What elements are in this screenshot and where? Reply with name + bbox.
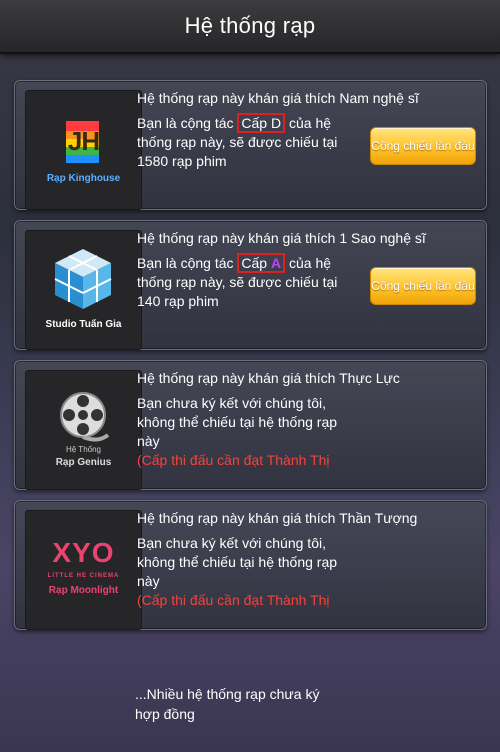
genius-logo-caption: Rạp Genius [55,457,112,468]
card-headline: Hệ thống rạp này khán giá thích Thần Tượ… [137,510,418,526]
moonlight-logo-caption: Rạp Moonlight [48,585,119,596]
contract-text-end: của hệ [289,255,332,271]
unsigned-text-line1: Bạn chưa ký kết với chúng tôi, [137,535,326,551]
rank-badge: Cấp A [237,253,286,273]
unsigned-text-line3: này [137,573,160,589]
kinghouse-logo-caption: Rạp Kinghouse [46,173,121,184]
contract-text-start: Bạn là cộng tác [137,255,234,271]
premiere-button[interactable]: Công chiếu lần đầu [370,267,476,305]
premiere-button[interactable]: Công chiếu lần đầu [370,127,476,165]
kinghouse-logo-letters: JH [67,126,100,156]
requirement-warning: (Cấp thi đấu cần đạt Thành Thị [137,592,330,608]
genius-logo-caption-top: Hệ Thống [66,445,101,454]
card-headline: Hệ thống rạp này khán giá thích Nam nghệ… [137,90,419,106]
card-headline: Hệ thống rạp này khán giá thích 1 Sao ng… [137,230,426,246]
more-cinemas-line1: ...Nhiều hệ thống rạp chưa ký [135,686,320,702]
page-title: Hệ thống rạp [184,13,316,38]
unsigned-text-line1: Bạn chưa ký kết với chúng tôi, [137,395,326,411]
unsigned-text-line2: không thể chiếu tại hệ thống rạp [137,554,338,570]
unsigned-text-line3: này [137,433,160,449]
tuan-gia-cube-icon [54,249,112,309]
moonlight-logo: XYO LITTLE HE CINEMA Rạp Moonlight [25,510,142,630]
cinema-card-genius[interactable]: Hệ Thống Rạp Genius Hệ thống rạp này khá… [14,360,487,490]
card-headline: Hệ thống rạp này khán giá thích Thực Lực [137,370,400,386]
more-cinemas-line2: hợp đồng [135,706,195,722]
contract-text-start: Bạn là cộng tác [137,115,234,131]
top-bar: Hệ thống rạp [0,0,500,54]
cinema-card-kinghouse[interactable]: JH Rạp Kinghouse Hệ thống rạp này khán g… [14,80,487,210]
moonlight-logo-sub: LITTLE HE CINEMA [47,573,120,579]
contract-text-end: của hệ [288,115,332,131]
card-description: Hệ thống rạp này khán giá thích Thực Lực… [137,369,477,470]
cinema-card-moonlight[interactable]: XYO LITTLE HE CINEMA Rạp Moonlight Hệ th… [14,500,487,630]
tuan-gia-logo-caption: Studio Tuấn Gia [45,319,122,330]
unsigned-text-line2: không thể chiếu tại hệ thống rạp [137,414,338,430]
kinghouse-logo: JH Rạp Kinghouse [25,90,142,210]
more-cinemas-note: ...Nhiều hệ thống rạp chưa ký hợp đồng [135,684,385,724]
moonlight-logo-letters: XYO [52,537,115,568]
cinema-card-tuan-gia[interactable]: Studio Tuấn Gia Hệ thống rạp này khán gi… [14,220,487,350]
genius-logo: Hệ Thống Rạp Genius [25,370,142,490]
rank-letter: A [270,255,282,271]
card-description: Hệ thống rạp này khán giá thích Thần Tượ… [137,509,477,610]
rank-badge: Cấp D [237,113,286,133]
film-reel-icon [60,392,110,442]
rank-word: Cấp [241,255,268,271]
tuan-gia-logo: Studio Tuấn Gia [25,230,142,350]
requirement-warning: (Cấp thi đấu cần đạt Thành Thị [137,452,330,468]
